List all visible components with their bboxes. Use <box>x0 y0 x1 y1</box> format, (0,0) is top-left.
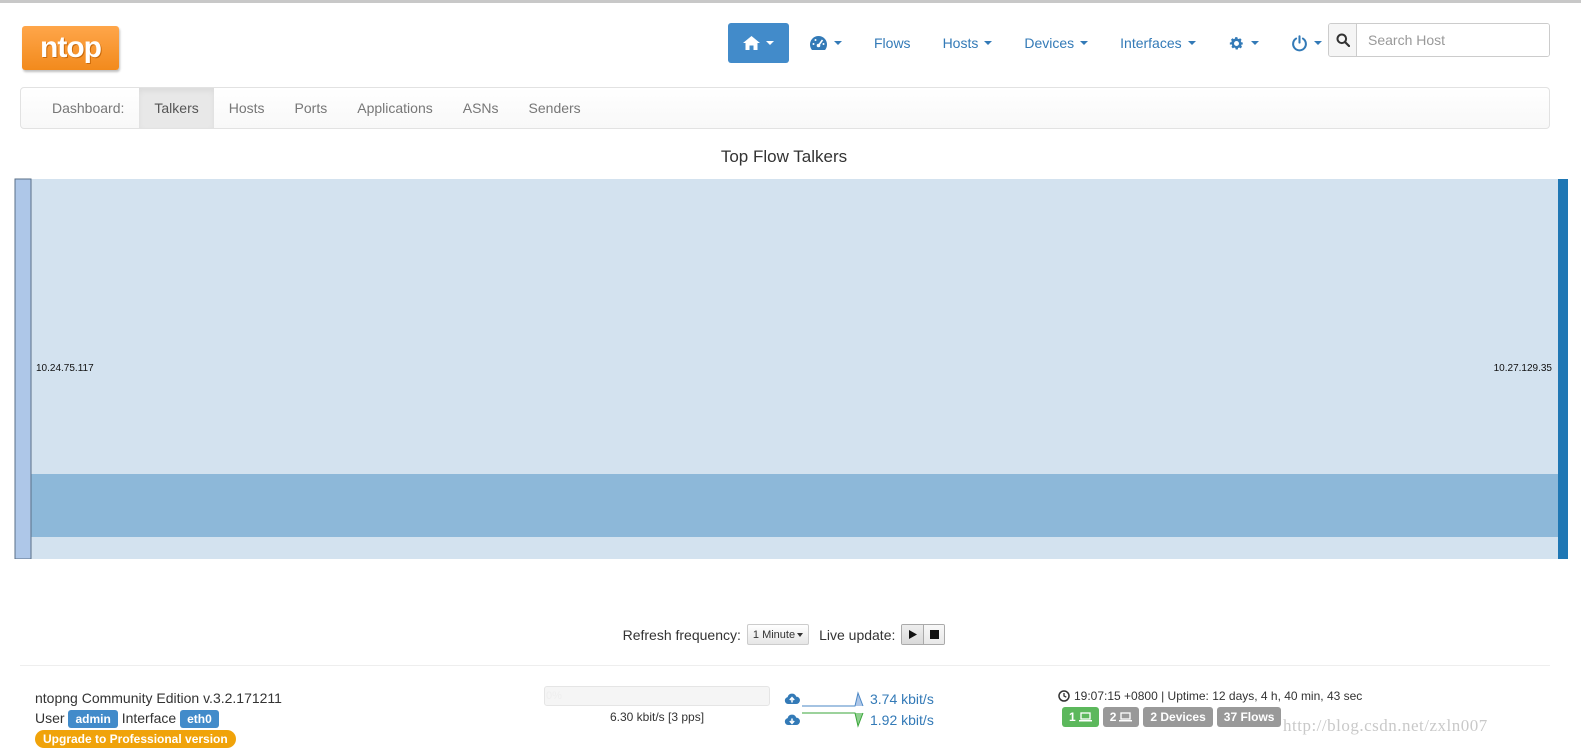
version-text: ntopng Community Edition v.3.2.171211 <box>35 690 282 706</box>
live-update-label: Live update: <box>819 626 896 643</box>
dashboard-subnav: Dashboard: Talkers Hosts Ports Applicati… <box>20 87 1550 129</box>
upgrade-button[interactable]: Upgrade to Professional version <box>35 730 236 748</box>
chevron-down-icon <box>1080 41 1089 45</box>
chevron-down-icon <box>834 41 842 45</box>
hosts-menu-button[interactable]: Hosts <box>927 23 1009 63</box>
tab-asns[interactable]: ASNs <box>448 88 514 128</box>
flow-link-dark[interactable] <box>31 474 1558 537</box>
devices-label: Devices <box>1024 35 1075 51</box>
download-rate-value: 1.92 kbit/s <box>870 711 934 728</box>
chevron-down-icon <box>1187 41 1196 45</box>
devices-menu-button[interactable]: Devices <box>1008 23 1104 63</box>
upload-sparkline <box>802 690 864 706</box>
tab-applications[interactable]: Applications <box>342 88 448 128</box>
page-title: Top Flow Talkers <box>720 147 848 166</box>
upload-rate-row: 3.74 kbit/s <box>784 688 934 709</box>
home-icon <box>743 36 760 50</box>
uptime-info: 19:07:15 +0800 | Uptime: 12 days, 4 h, 4… <box>1058 689 1362 703</box>
interface-label: Interface <box>121 710 177 726</box>
interface-badge[interactable]: eth0 <box>180 710 219 728</box>
chevron-down-icon <box>797 632 804 637</box>
local-hosts-count: 1 <box>1069 710 1076 724</box>
footer-divider <box>20 665 1550 666</box>
devices-badge[interactable]: 2 Devices <box>1143 707 1213 727</box>
remote-hosts-badge[interactable]: 2 <box>1102 707 1140 727</box>
dashboard-label: Dashboard: <box>52 100 125 116</box>
flows-label: Flows <box>874 35 911 51</box>
play-button[interactable] <box>902 625 924 644</box>
chevron-down-icon <box>766 41 774 45</box>
refresh-frequency-label: Refresh frequency: <box>622 626 741 643</box>
traffic-rates: 3.74 kbit/s 1.92 kbit/s <box>784 688 934 730</box>
talkers-sankey-diagram: 10.24.75.117 10.27.129.35 <box>0 178 1568 560</box>
user-label: User <box>35 710 65 726</box>
chevron-down-icon <box>1313 41 1322 45</box>
play-icon <box>908 630 917 639</box>
stats-badges: 1 2 2 Devices 37 Flows <box>1062 707 1282 727</box>
logo-text: ntop <box>40 31 102 64</box>
throughput-text: 6.30 kbit/s [3 pps] <box>609 710 705 724</box>
window-top-border <box>0 0 1581 3</box>
top-navigation: Flows Hosts Devices Interfaces <box>728 23 1338 63</box>
settings-menu-button[interactable] <box>1212 23 1275 63</box>
clock-icon <box>1058 690 1070 702</box>
remote-hosts-count: 2 <box>1109 710 1117 724</box>
interfaces-label: Interfaces <box>1120 35 1182 51</box>
source-host-label: 10.24.75.117 <box>36 363 94 374</box>
stop-icon <box>929 630 939 639</box>
destination-host-label: 10.27.129.35 <box>1494 363 1553 374</box>
cloud-download-icon <box>784 714 800 725</box>
home-menu-button[interactable] <box>728 23 789 63</box>
live-update-controls <box>901 624 946 645</box>
dashboard-gauge-icon <box>810 36 827 50</box>
search-host-box <box>1328 23 1550 57</box>
tab-senders[interactable]: Senders <box>514 88 596 128</box>
download-sparkline <box>802 712 864 728</box>
stop-button[interactable] <box>923 625 945 644</box>
watermark: http://blog.csdn.net/zxln007 <box>1283 716 1488 735</box>
refresh-frequency-value: 1 Minute <box>752 628 796 641</box>
destination-node[interactable] <box>1558 179 1568 559</box>
progress-label: 0% <box>546 690 562 702</box>
laptop-icon <box>1078 712 1092 722</box>
cloud-upload-icon <box>784 693 800 704</box>
chevron-down-icon <box>1250 41 1259 45</box>
flows-menu-link[interactable]: Flows <box>858 23 927 63</box>
local-hosts-badge[interactable]: 1 <box>1062 707 1099 727</box>
tab-talkers[interactable]: Talkers <box>139 88 214 128</box>
tab-ports[interactable]: Ports <box>280 88 343 128</box>
user-interface-row: User admin Interface eth0 <box>35 708 282 728</box>
refresh-controls: Refresh frequency: 1 Minute Live update: <box>0 624 1568 645</box>
search-host-input[interactable] <box>1357 24 1549 56</box>
chevron-down-icon <box>984 41 993 45</box>
user-badge[interactable]: admin <box>68 710 118 728</box>
footer-info: ntopng Community Edition v.3.2.171211 Us… <box>35 688 282 748</box>
laptop-icon <box>1119 712 1133 722</box>
source-node[interactable] <box>14 178 32 560</box>
ntop-logo[interactable]: ntop <box>22 26 119 70</box>
hosts-label: Hosts <box>942 35 979 51</box>
refresh-frequency-select[interactable]: 1 Minute <box>746 624 810 645</box>
upload-rate-value: 3.74 kbit/s <box>870 690 934 707</box>
search-icon <box>1336 33 1350 47</box>
tab-hosts[interactable]: Hosts <box>214 88 280 128</box>
interfaces-menu-button[interactable]: Interfaces <box>1104 23 1211 63</box>
bandwidth-progress-bar: 0% <box>544 686 770 706</box>
gear-icon <box>1229 36 1243 49</box>
search-button[interactable] <box>1329 24 1357 56</box>
flows-badge[interactable]: 37 Flows <box>1216 707 1282 727</box>
power-icon <box>1291 34 1307 51</box>
dashboard-menu-button[interactable] <box>793 23 858 63</box>
download-rate-row: 1.92 kbit/s <box>784 709 934 730</box>
clock-uptime-text: 19:07:15 +0800 | Uptime: 12 days, 4 h, 4… <box>1074 689 1363 703</box>
